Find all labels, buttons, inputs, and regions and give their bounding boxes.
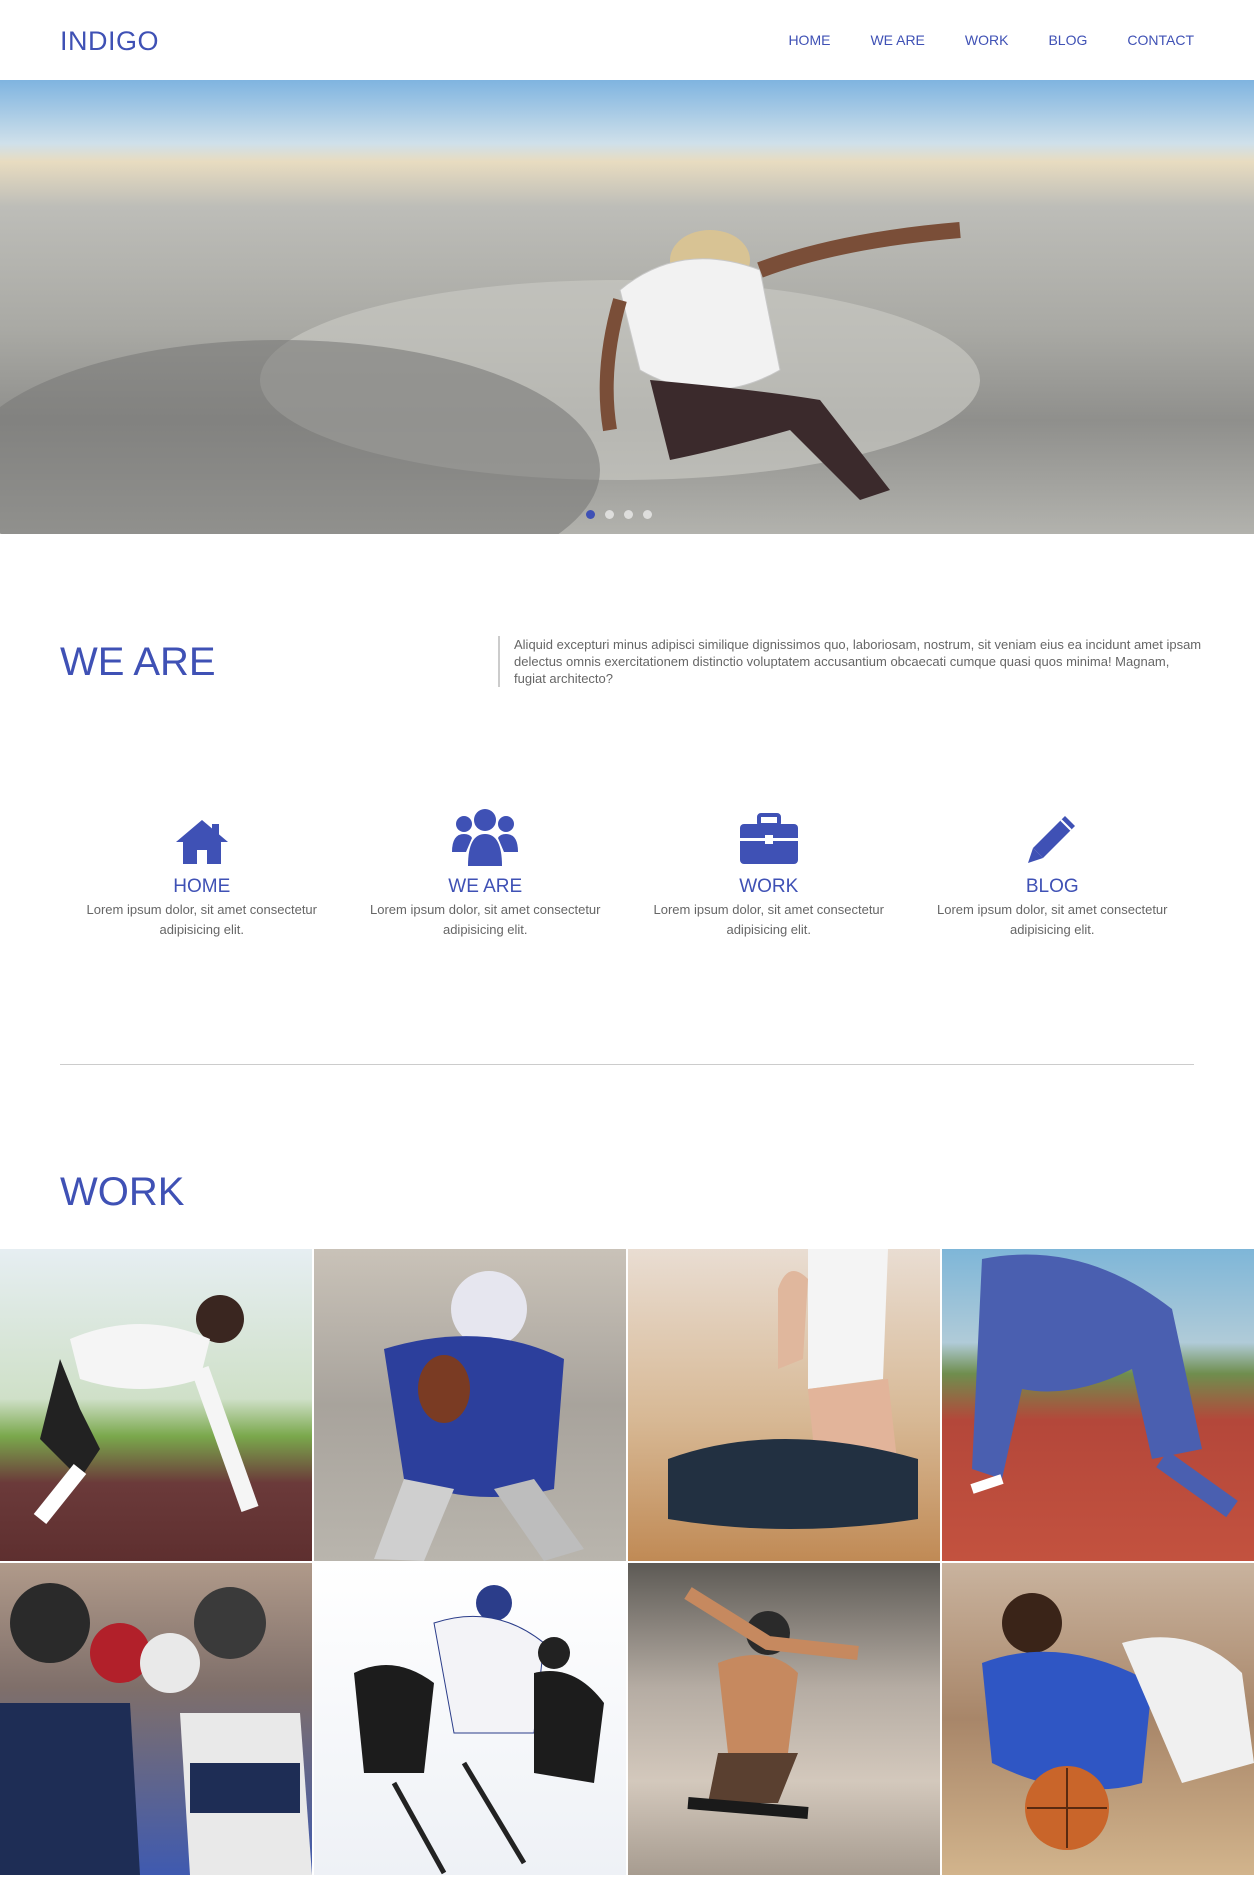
nav-contact[interactable]: CONTACT [1127,32,1194,48]
hockey-figure [354,1585,604,1875]
main-nav: HOME WE ARE WORK BLOG CONTACT [748,32,1194,48]
work-title: WORK [60,1170,185,1214]
sprinter-figure [33,1295,259,1524]
weare-text: Aliquid excepturi minus adipisci similiq… [498,636,1204,687]
football-figure [374,1271,584,1561]
feature-text: Lorem ipsum dolor, sit amet consectetur … [653,902,885,937]
nav-we-are[interactable]: WE ARE [870,32,924,48]
feature-title: BLOG [1025,876,1079,897]
nav-work[interactable]: WORK [965,32,1009,48]
skateboarder-figure [684,1587,859,1819]
slider-dot[interactable] [605,510,614,519]
nav-blog[interactable]: BLOG [1048,32,1087,48]
boxers-figure [0,1583,312,1875]
features-row: HOME Lorem ipsum dolor, sit amet consect… [60,800,1194,940]
gallery-tile-yoga[interactable] [628,1249,940,1561]
weare-title: WE ARE [60,640,216,684]
runner-figure [970,1254,1238,1518]
gallery-tile-skateboarder[interactable] [628,1563,940,1875]
slider-dots [586,510,652,519]
gallery-tile-basketball[interactable] [942,1563,1254,1875]
feature-we-are: WE ARE Lorem ipsum dolor, sit amet conse… [344,800,628,940]
gallery-tile-runner[interactable] [942,1249,1254,1561]
gallery-tile-hockey[interactable] [314,1563,626,1875]
feature-title: WORK [739,876,799,897]
feature-text: Lorem ipsum dolor, sit amet consectetur … [937,902,1168,937]
site-logo[interactable]: INDIGO [60,26,159,57]
slider-dot[interactable] [624,510,633,519]
site-header: INDIGO HOME WE ARE WORK BLOG CONTACT [0,0,1254,80]
gallery-tile-sprinter[interactable] [0,1249,312,1561]
feature-home: HOME Lorem ipsum dolor, sit amet consect… [60,800,344,940]
nav-home[interactable]: HOME [788,32,830,48]
hero-skater-figure [599,222,961,500]
hero-slider[interactable] [0,80,1254,534]
users-icon [344,800,628,866]
feature-work: WORK Lorem ipsum dolor, sit amet consect… [627,800,911,940]
section-divider [60,1064,1194,1065]
gallery-tile-boxers[interactable] [0,1563,312,1875]
feature-title: HOME [173,876,231,897]
feature-title: WE ARE [448,876,523,897]
slider-dot[interactable] [586,510,595,519]
feature-text: Lorem ipsum dolor, sit amet consectetur … [370,902,601,937]
basketball-figure [982,1593,1254,1850]
feature-text: Lorem ipsum dolor, sit amet consectetur … [86,902,318,937]
briefcase-icon [627,800,911,866]
slider-dot[interactable] [643,510,652,519]
yoga-figure [668,1249,918,1529]
home-icon [60,800,344,866]
feature-blog: BLOG Lorem ipsum dolor, sit amet consect… [911,800,1195,940]
gallery-tile-football[interactable] [314,1249,626,1561]
pencil-icon [911,800,1195,866]
work-gallery [0,1249,1254,1875]
